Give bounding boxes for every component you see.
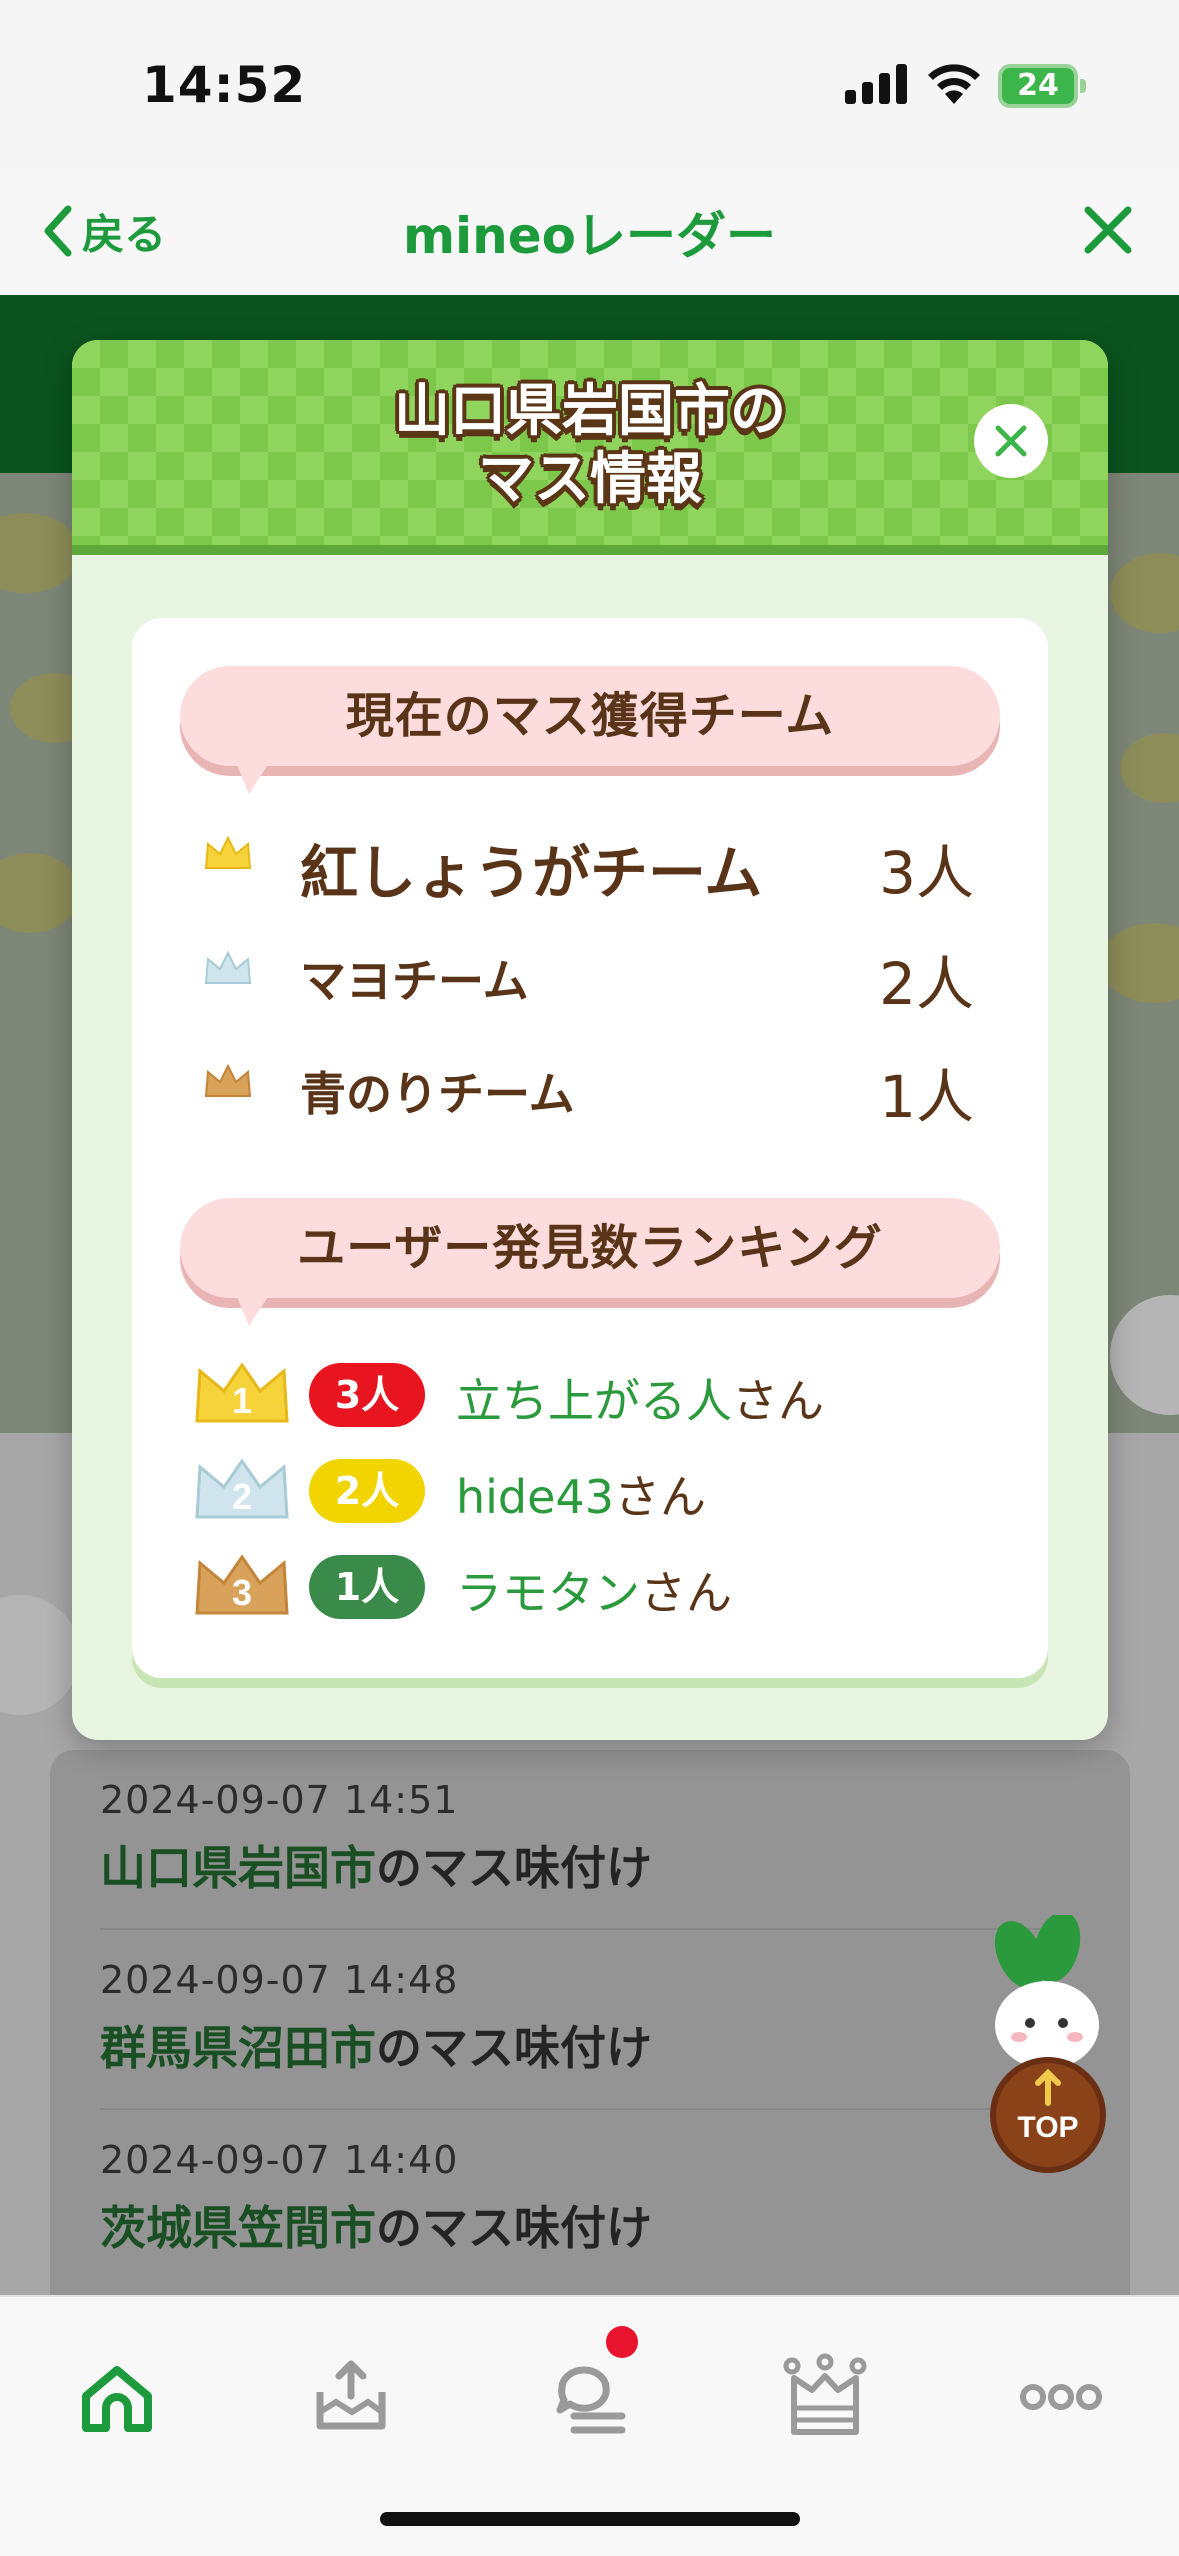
rank-suffix: さん	[640, 1566, 732, 1620]
home-icon	[82, 2366, 152, 2432]
tab-upload[interactable]	[306, 2352, 396, 2442]
info-card: 現在のマス獲得チーム 紅しょうがチーム 3人 マヨチーム 2人 青のりチーム 1…	[132, 618, 1048, 1678]
team-row: 紅しょうがチーム 3人	[192, 808, 1012, 907]
scroll-top-label: TOP	[1017, 2111, 1078, 2144]
team-count: 3人	[879, 839, 974, 907]
upload-icon	[316, 2360, 386, 2430]
nav-bar: 戻る mineoレーダー	[0, 170, 1179, 295]
team-name: マヨチーム	[300, 954, 529, 1008]
rank-count-badge: 2人	[309, 1459, 425, 1523]
team-name: 紅しょうがチーム	[300, 839, 763, 907]
modal-title-line2: マス情報	[478, 447, 702, 512]
rank-count-badge: 1人	[309, 1555, 425, 1619]
rank-crown-icon: 3	[195, 1554, 289, 1615]
bronze-crown-icon	[204, 1064, 252, 1097]
scroll-top-button[interactable]: TOP	[985, 1915, 1115, 2195]
modal-title: 山口県岩国市の マス情報	[72, 378, 1108, 514]
silver-crown-icon	[204, 951, 252, 984]
team-count: 1人	[879, 1063, 974, 1131]
rank-user-name[interactable]: hide43さん	[456, 1461, 706, 1527]
nav-title: mineoレーダー	[402, 207, 777, 265]
tab-more[interactable]	[1016, 2352, 1106, 2442]
modal-header: 山口県岩国市の マス情報	[72, 340, 1108, 555]
rank-user[interactable]: ラモタン	[456, 1566, 640, 1620]
tab-ranking[interactable]	[780, 2352, 870, 2442]
gold-crown-icon	[204, 836, 252, 869]
rank-crown-icon: 2	[195, 1458, 289, 1519]
rank-number: 2	[232, 1476, 252, 1517]
status-bar: 14:52 24	[0, 0, 1179, 170]
rank-user[interactable]: 立ち上がる人	[456, 1374, 732, 1428]
current-team-heading: 現在のマス獲得チーム	[180, 666, 1000, 794]
rank-suffix: さん	[613, 1470, 706, 1524]
team-row: マヨチーム 2人	[192, 923, 1012, 1018]
home-indicator[interactable]	[380, 2512, 800, 2526]
rank-user-name[interactable]: ラモタンさん	[456, 1557, 732, 1623]
ranking-row[interactable]: 2 2人 hide43さん	[194, 1451, 1014, 1531]
tab-chat[interactable]	[546, 2326, 638, 2442]
battery-icon: 24	[998, 64, 1086, 108]
close-icon	[995, 425, 1027, 457]
rank-crown-icon: 1	[195, 1362, 289, 1423]
modal-close-button[interactable]	[974, 404, 1048, 478]
wifi-icon	[928, 64, 980, 104]
ranking-row[interactable]: 1 3人 立ち上がる人さん	[194, 1355, 1014, 1435]
rank-number: 3	[232, 1572, 252, 1613]
ranking-icon	[783, 2353, 867, 2435]
status-time: 14:52	[142, 56, 307, 114]
more-icon	[1020, 2384, 1102, 2410]
rank-suffix: さん	[732, 1374, 824, 1428]
chat-icon	[556, 2366, 626, 2434]
team-row: 青のりチーム 1人	[192, 1036, 1012, 1131]
cellular-signal-icon	[845, 62, 907, 104]
team-name: 青のりチーム	[300, 1067, 575, 1121]
ranking-heading: ユーザー発見数ランキング	[180, 1198, 1000, 1326]
tab-home[interactable]	[72, 2352, 162, 2442]
modal-title-line1: 山口県岩国市の	[394, 379, 786, 444]
rank-user-name[interactable]: 立ち上がる人さん	[456, 1365, 824, 1431]
rank-user[interactable]: hide43	[456, 1470, 614, 1524]
rank-number: 1	[232, 1380, 252, 1421]
team-count: 2人	[879, 950, 974, 1018]
rank-count-badge: 3人	[309, 1363, 425, 1427]
close-icon[interactable]	[1078, 200, 1138, 260]
notification-badge	[606, 2326, 638, 2358]
cell-info-modal: 山口県岩国市の マス情報 現在のマス獲得チーム 紅しょうがチーム 3人 マヨチー…	[72, 340, 1108, 1740]
ranking-row[interactable]: 3 1人 ラモタンさん	[194, 1547, 1014, 1627]
